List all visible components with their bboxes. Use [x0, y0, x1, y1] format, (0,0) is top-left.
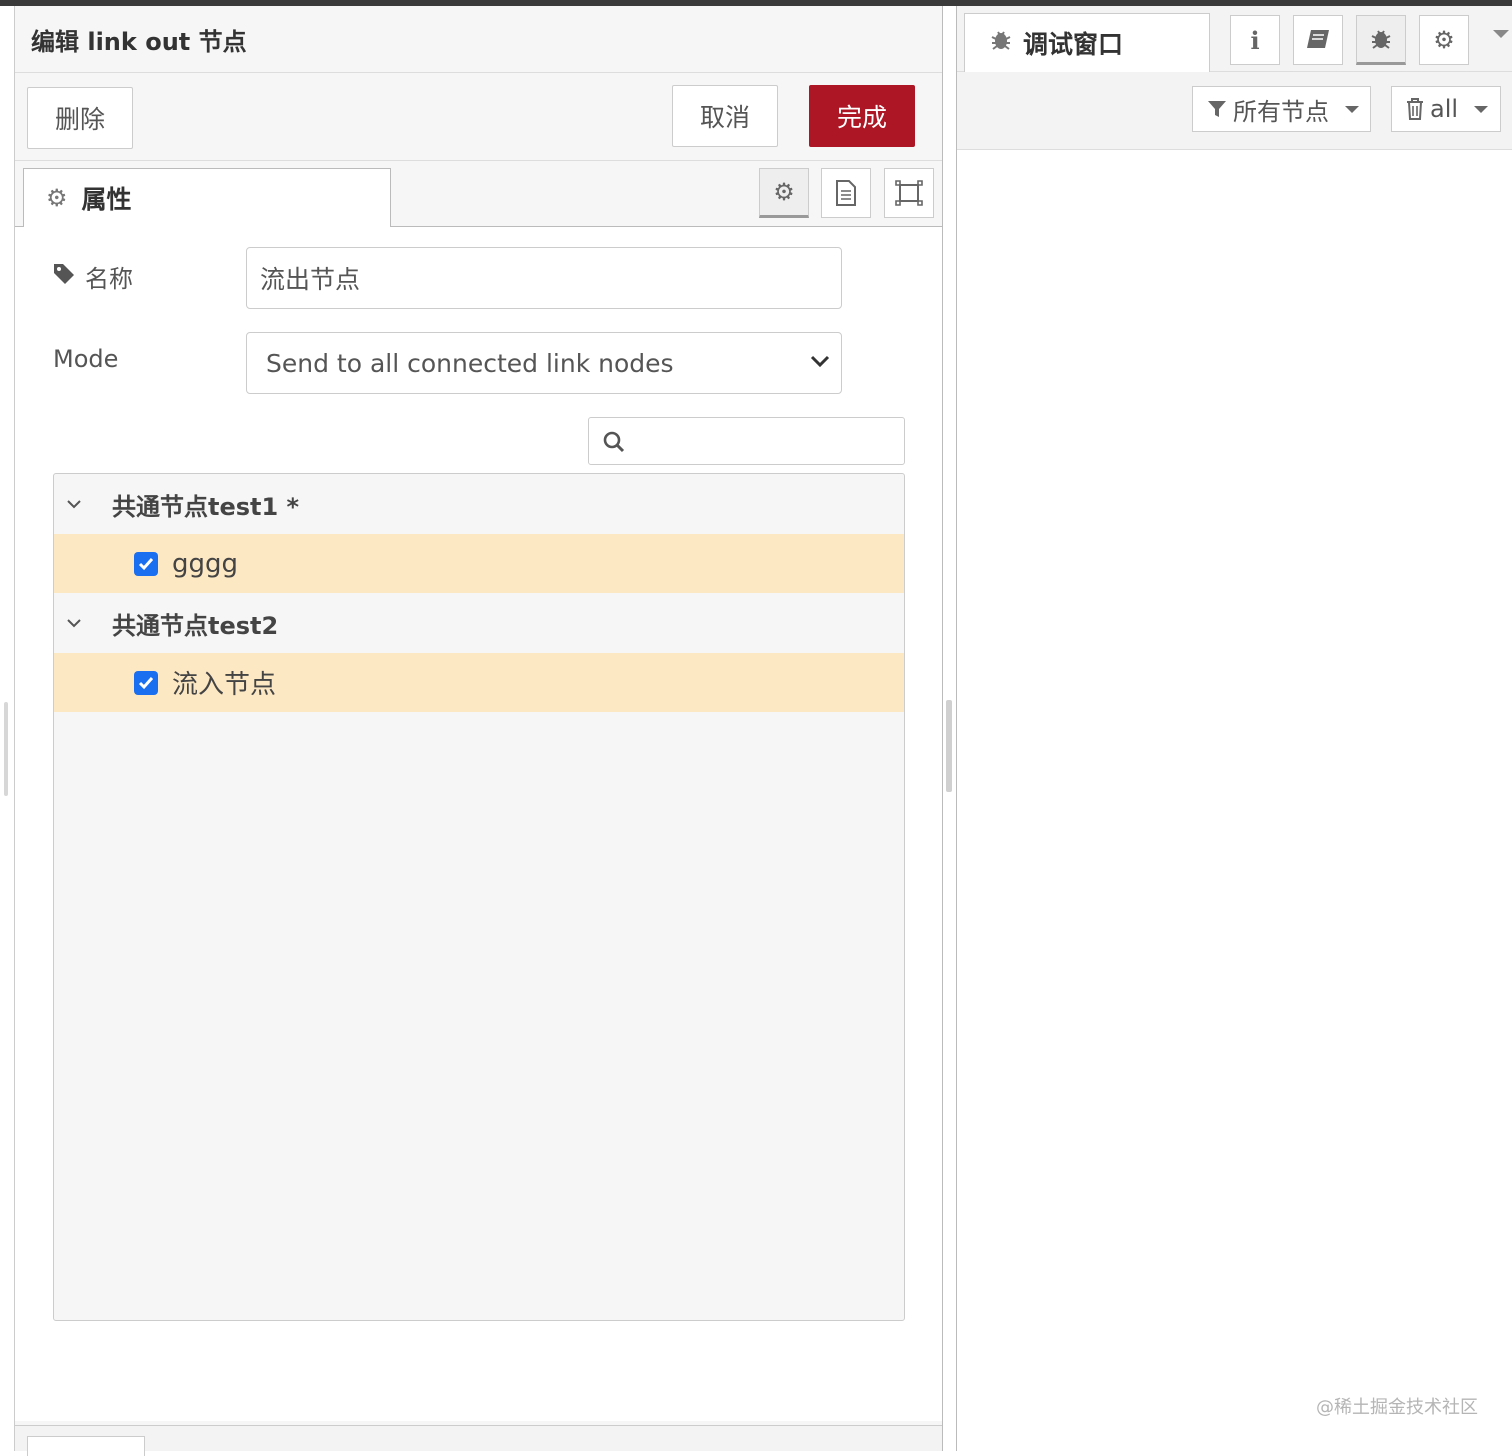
gear-icon: ⚙	[1433, 26, 1455, 54]
sidebar-tabbar: 调试窗口 i ⚙	[957, 6, 1512, 73]
info-tab[interactable]: i	[1230, 15, 1280, 65]
cancel-button[interactable]: 取消	[672, 85, 778, 147]
tree-leaf-row[interactable]: 流入节点	[54, 653, 904, 712]
frame-icon	[895, 180, 923, 206]
tree-group-row[interactable]: 共通节点test2	[54, 593, 904, 653]
tree-group-label: 共通节点test2	[112, 611, 279, 640]
clear-messages-button[interactable]: all	[1391, 86, 1501, 132]
tray-toolbar: 删除 取消 完成	[15, 73, 942, 161]
debug-tab-icon[interactable]	[1356, 15, 1406, 65]
checkbox[interactable]	[134, 670, 158, 695]
gear-icon: ⚙	[46, 184, 68, 212]
bug-icon	[1371, 30, 1391, 49]
tree-leaf-row[interactable]: gggg	[54, 534, 904, 593]
config-tab[interactable]: ⚙	[1419, 15, 1469, 65]
chevron-down-icon[interactable]	[1493, 30, 1509, 38]
tray-title: 编辑 link out 节点	[15, 6, 942, 73]
properties-form: 名称 流出节点 Mode Send to all connected link …	[15, 227, 942, 1421]
chevron-down-icon	[810, 355, 830, 368]
link-target-tree: 共通节点test1 * gggg 共通节点test2 流入节点	[53, 473, 905, 1321]
caret-down-icon	[1474, 105, 1489, 113]
name-label: 名称	[85, 265, 133, 293]
edit-tray: 编辑 link out 节点 删除 取消 完成 ⚙ 属性 ⚙ 名称 流出节点 M…	[14, 6, 943, 1456]
book-icon	[1307, 30, 1329, 48]
editor-tabbar: ⚙ 属性 ⚙	[15, 161, 942, 228]
chevron-down-icon[interactable]	[66, 499, 84, 509]
info-icon: i	[1250, 25, 1260, 55]
node-search-input[interactable]	[588, 417, 905, 465]
sidebar-resize-handle[interactable]	[946, 700, 952, 792]
tree-group-label: 共通节点test1 *	[112, 492, 300, 521]
mode-label: Mode	[53, 345, 119, 373]
filter-icon	[1208, 101, 1226, 117]
debug-toolbar: 所有节点 all	[957, 72, 1512, 150]
name-label-row: 名称	[53, 259, 133, 294]
checkbox[interactable]	[134, 551, 158, 576]
document-icon	[836, 180, 856, 206]
help-tab[interactable]	[1293, 15, 1343, 65]
gear-icon: ⚙	[773, 178, 795, 206]
done-button[interactable]: 完成	[809, 85, 915, 147]
mode-select[interactable]: Send to all connected link nodes	[246, 332, 842, 394]
tray-footer	[15, 1425, 942, 1456]
tab-debug[interactable]: 调试窗口	[964, 13, 1210, 73]
chevron-down-icon[interactable]	[66, 618, 84, 628]
tree-group-row[interactable]: 共通节点test1 *	[54, 474, 904, 534]
left-resize-handle[interactable]	[4, 702, 8, 796]
tree-leaf-label: 流入节点	[172, 670, 277, 700]
tab-properties-label: 属性	[81, 185, 132, 214]
tab-properties[interactable]: ⚙ 属性	[23, 168, 391, 228]
filter-label: 所有节点	[1233, 97, 1329, 126]
tag-icon	[53, 263, 75, 291]
tab-debug-label: 调试窗口	[1023, 30, 1124, 59]
appearance-tab[interactable]	[884, 168, 934, 218]
bug-icon	[989, 28, 1013, 58]
description-tab[interactable]	[821, 168, 871, 218]
footer-button[interactable]	[27, 1436, 145, 1456]
node-settings-tab[interactable]: ⚙	[759, 168, 809, 218]
tree-leaf-label: gggg	[172, 548, 239, 579]
trash-icon	[1407, 98, 1423, 120]
clear-label: all	[1430, 95, 1459, 123]
sidebar: 调试窗口 i ⚙ 所有节点 all	[956, 6, 1512, 1451]
search-icon	[603, 431, 625, 453]
watermark: @稀土掘金技术社区	[1316, 1397, 1478, 1418]
name-input[interactable]: 流出节点	[246, 247, 842, 309]
delete-button[interactable]: 删除	[27, 87, 133, 149]
caret-down-icon	[1345, 105, 1359, 113]
mode-select-value: Send to all connected link nodes	[266, 348, 674, 378]
filter-nodes-button[interactable]: 所有节点	[1192, 86, 1371, 132]
